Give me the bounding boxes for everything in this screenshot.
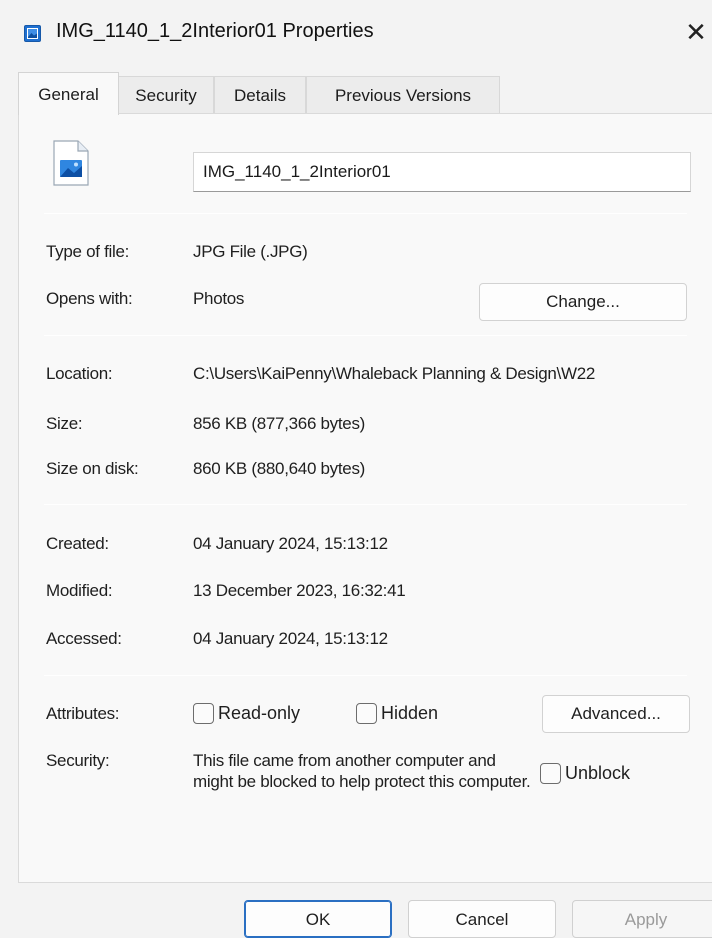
- image-file-icon: [53, 140, 89, 186]
- type-of-file-label: Type of file:: [46, 242, 130, 261]
- accessed-value: 04 January 2024, 15:13:12: [193, 629, 388, 648]
- location-value: C:\Users\KaiPenny\Whaleback Planning & D…: [193, 364, 595, 383]
- image-file-icon: [24, 25, 41, 42]
- divider: [44, 504, 687, 505]
- security-warning-text: This file came from another computer and…: [193, 751, 531, 791]
- size-on-disk-label: Size on disk:: [46, 459, 139, 478]
- modified-value: 13 December 2023, 16:32:41: [193, 581, 406, 600]
- file-name-input[interactable]: [193, 152, 691, 192]
- tab-previous-versions[interactable]: Previous Versions: [306, 76, 500, 114]
- cancel-button[interactable]: Cancel: [408, 900, 556, 938]
- created-value: 04 January 2024, 15:13:12: [193, 534, 388, 553]
- unblock-label: Unblock: [565, 763, 631, 784]
- window-title: IMG_1140_1_2Interior01 Properties: [56, 20, 374, 42]
- modified-label: Modified:: [46, 581, 113, 600]
- opens-with-value: Photos: [193, 289, 245, 308]
- hidden-label: Hidden: [381, 703, 439, 724]
- location-label: Location:: [46, 364, 113, 383]
- security-label: Security:: [46, 751, 110, 770]
- accessed-label: Accessed:: [46, 629, 122, 648]
- hidden-checkbox[interactable]: Hidden: [356, 703, 438, 727]
- created-label: Created:: [46, 534, 109, 553]
- size-label: Size:: [46, 414, 83, 433]
- tab-general[interactable]: General: [18, 72, 119, 115]
- attributes-label: Attributes:: [46, 704, 120, 723]
- size-on-disk-value: 860 KB (880,640 bytes): [193, 459, 366, 478]
- size-value: 856 KB (877,366 bytes): [193, 414, 366, 433]
- divider: [44, 335, 687, 336]
- advanced-button[interactable]: Advanced...: [542, 695, 690, 733]
- read-only-checkbox[interactable]: Read-only: [193, 703, 300, 727]
- general-panel: Type of file: JPG File (.JPG) Opens with…: [18, 113, 712, 883]
- read-only-checkbox-box[interactable]: [193, 703, 214, 725]
- type-of-file-value: JPG File (.JPG): [193, 242, 308, 261]
- unblock-checkbox-box[interactable]: [540, 763, 561, 785]
- divider: [44, 213, 687, 214]
- opens-with-label: Opens with:: [46, 289, 133, 308]
- tab-security[interactable]: Security: [118, 76, 214, 114]
- tab-details[interactable]: Details: [214, 76, 306, 114]
- unblock-checkbox[interactable]: Unblock: [540, 763, 630, 787]
- close-icon[interactable]: ✕: [680, 14, 712, 50]
- divider: [44, 675, 687, 676]
- apply-button[interactable]: Apply: [572, 900, 712, 938]
- change-button[interactable]: Change...: [479, 283, 687, 321]
- hidden-checkbox-box[interactable]: [356, 703, 377, 725]
- ok-button[interactable]: OK: [244, 900, 392, 938]
- read-only-label: Read-only: [218, 703, 301, 724]
- title-bar: IMG_1140_1_2Interior01 Properties ✕: [0, 0, 712, 66]
